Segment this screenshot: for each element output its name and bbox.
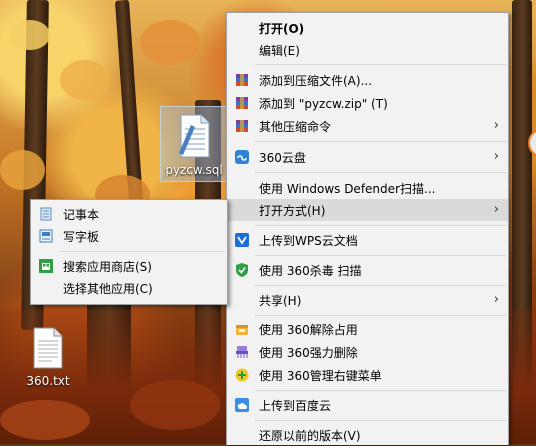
- menu-item-label: 使用 360管理右键菜单: [259, 369, 382, 383]
- menu-separator: [255, 390, 506, 391]
- menu-item-label: 记事本: [63, 208, 100, 222]
- menu-item-label: 打开(O): [259, 22, 305, 36]
- menu-item-add-to-zip[interactable]: 添加到 "pyzcw.zip" (T): [227, 92, 508, 114]
- foliage: [10, 20, 50, 50]
- menu-item-360-unlock[interactable]: 使用 360解除占用: [227, 318, 508, 340]
- foliage: [60, 60, 110, 100]
- menu-separator: [255, 315, 506, 316]
- menu-item-label: 添加到压缩文件(A)...: [259, 74, 373, 88]
- menu-item-label: 上传到WPS云文档: [259, 234, 358, 248]
- foliage: [0, 400, 90, 440]
- winrar-icon: [236, 120, 248, 132]
- menu-item-label: 添加到 "pyzcw.zip" (T): [259, 97, 388, 111]
- context-menu: 打开(O) 编辑(E) 添加到压缩文件(A)... 添加到 "pyzcw.zip…: [226, 12, 509, 445]
- menu-item-label: 写字板: [63, 230, 100, 244]
- menu-item-360-cloud[interactable]: 360云盘 ›: [227, 146, 508, 168]
- 360-cloud-icon: [235, 150, 249, 164]
- wps-cloud-icon: [235, 233, 249, 247]
- menu-item-label: 搜索应用商店(S): [63, 260, 152, 274]
- submenu-item-search-store[interactable]: 搜索应用商店(S): [31, 255, 227, 277]
- menu-item-add-to-archive[interactable]: 添加到压缩文件(A)...: [227, 69, 508, 91]
- menu-item-upload-baidu[interactable]: 上传到百度云: [227, 394, 508, 416]
- menu-item-label: 使用 Windows Defender扫描...: [259, 182, 436, 196]
- baidu-cloud-icon: [235, 398, 249, 412]
- submenu-item-choose-other-app[interactable]: 选择其他应用(C): [31, 277, 227, 299]
- desktop-icon-label: pyzcw.sql: [165, 163, 223, 177]
- menu-item-label: 共享(H): [259, 294, 302, 308]
- 360-shred-icon: [236, 346, 248, 358]
- store-icon: [39, 259, 53, 273]
- sql-file-icon: [179, 114, 210, 158]
- menu-item-label: 上传到百度云: [259, 399, 332, 413]
- menu-separator: [255, 255, 506, 256]
- submenu-arrow-icon: ›: [493, 149, 499, 164]
- menu-item-label: 选择其他应用(C): [63, 282, 153, 296]
- desktop-icon-label: 360.txt: [26, 374, 70, 388]
- 360-manage-icon: [235, 368, 249, 382]
- menu-item-label: 使用 360强力删除: [259, 346, 358, 360]
- desktop-icon-pyzcw-sql[interactable]: pyzcw.sql: [160, 106, 228, 182]
- winrar-icon: [236, 97, 248, 109]
- menu-item-upload-wps[interactable]: 上传到WPS云文档: [227, 229, 508, 251]
- menu-item-label: 使用 360解除占用: [259, 323, 358, 337]
- menu-separator: [255, 420, 506, 421]
- menu-item-label: 打开方式(H): [259, 204, 326, 218]
- menu-item-open-with[interactable]: 打开方式(H) ›: [227, 199, 508, 221]
- submenu-item-notepad[interactable]: 记事本: [31, 203, 227, 225]
- 360-antivirus-icon: [236, 263, 248, 277]
- submenu-item-wordpad[interactable]: 写字板: [31, 225, 227, 247]
- menu-item-other-compress[interactable]: 其他压缩命令 ›: [227, 115, 508, 137]
- menu-separator: [59, 251, 225, 252]
- menu-separator: [255, 172, 506, 173]
- wordpad-icon: [39, 229, 53, 243]
- foliage: [140, 20, 200, 65]
- menu-item-label: 使用 360杀毒 扫描: [259, 264, 362, 278]
- menu-item-defender-scan[interactable]: 使用 Windows Defender扫描...: [227, 177, 508, 199]
- submenu-arrow-icon: ›: [493, 202, 499, 217]
- menu-item-label: 360云盘: [259, 151, 306, 165]
- menu-separator: [255, 285, 506, 286]
- menu-item-360-manage[interactable]: 使用 360管理右键菜单: [227, 364, 508, 386]
- menu-item-label: 其他压缩命令: [259, 120, 332, 134]
- menu-separator: [255, 64, 506, 65]
- menu-item-open[interactable]: 打开(O): [227, 17, 508, 39]
- menu-item-label: 编辑(E): [259, 44, 300, 58]
- notepad-icon: [40, 207, 52, 221]
- menu-item-360-antivirus[interactable]: 使用 360杀毒 扫描: [227, 259, 508, 281]
- menu-item-label: 还原以前的版本(V): [259, 429, 361, 443]
- submenu-arrow-icon: ›: [493, 118, 499, 133]
- submenu-arrow-icon: ›: [493, 292, 499, 307]
- menu-separator: [255, 225, 506, 226]
- winrar-icon: [236, 74, 248, 86]
- menu-separator: [255, 141, 506, 142]
- text-file-icon: [33, 327, 63, 369]
- open-with-submenu: 记事本 写字板 搜索应用商店(S) 选择其他应用(C): [30, 199, 228, 305]
- menu-item-restore-versions[interactable]: 还原以前的版本(V): [227, 424, 508, 446]
- desktop-icon-360-txt[interactable]: 360.txt: [22, 322, 74, 392]
- menu-item-share[interactable]: 共享(H) ›: [227, 289, 508, 311]
- menu-item-edit[interactable]: 编辑(E): [227, 39, 508, 61]
- foliage: [130, 380, 220, 430]
- foliage: [0, 150, 45, 190]
- menu-item-360-shred[interactable]: 使用 360强力删除: [227, 341, 508, 363]
- 360-unlock-icon: [236, 325, 248, 335]
